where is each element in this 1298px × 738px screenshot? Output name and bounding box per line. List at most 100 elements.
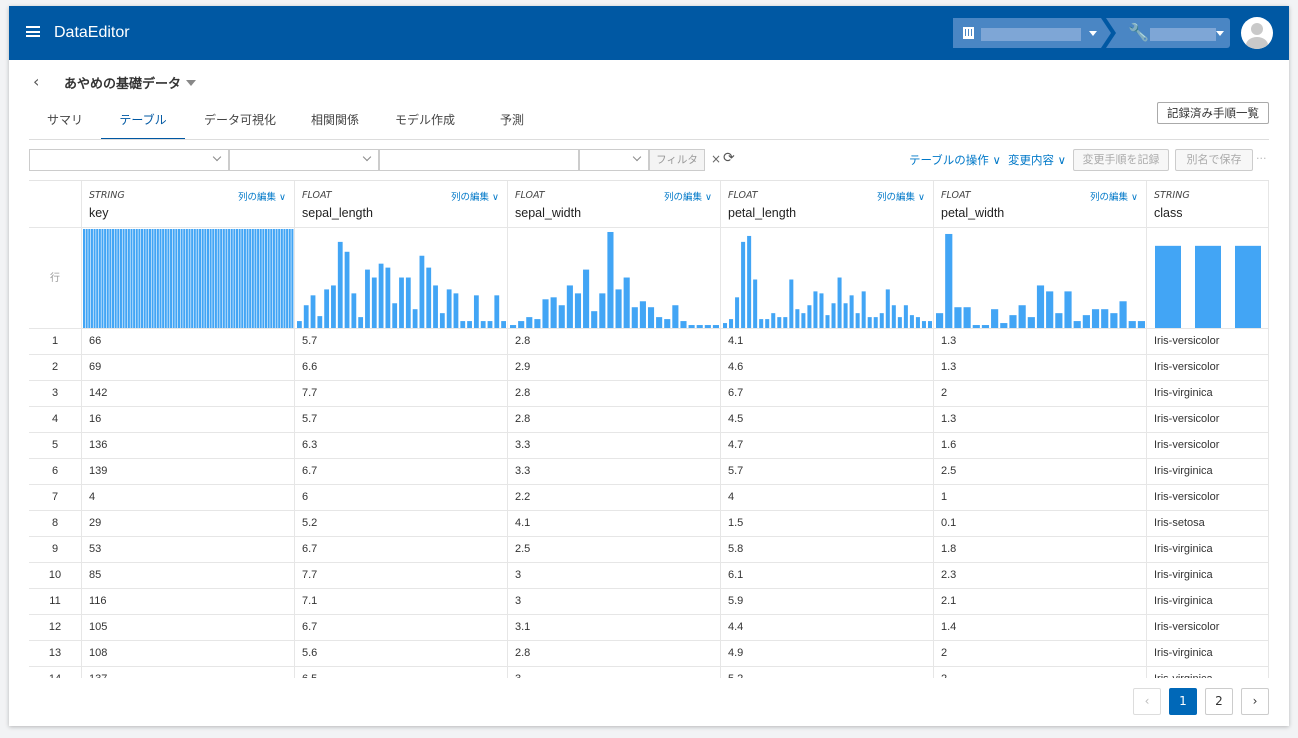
table-cell[interactable]: 2.2 — [508, 485, 721, 511]
table-cell[interactable]: 2 — [934, 667, 1147, 678]
table-cell[interactable]: Iris-setosa — [1147, 511, 1269, 537]
table-cell[interactable]: 3.3 — [508, 459, 721, 485]
chevron-left-icon[interactable]: ‹ — [33, 72, 39, 91]
table-cell[interactable]: 1 — [934, 485, 1147, 511]
table-cell[interactable]: 7.7 — [295, 381, 508, 407]
condition-select[interactable] — [579, 149, 649, 171]
table-cell[interactable]: 3 — [508, 589, 721, 615]
table-row[interactable]: 12 105 6.7 3.1 4.4 1.4 Iris-versicolor — [29, 615, 1269, 641]
table-cell[interactable]: 5.7 — [721, 459, 934, 485]
table-cell[interactable]: Iris-versicolor — [1147, 433, 1269, 459]
table-cell[interactable]: Iris-versicolor — [1147, 615, 1269, 641]
tab-predict[interactable]: 予測 — [479, 106, 545, 140]
table-row[interactable]: 10 85 7.7 3 6.1 2.3 Iris-virginica — [29, 563, 1269, 589]
table-cell[interactable]: Iris-virginica — [1147, 641, 1269, 667]
table-row[interactable]: 2 69 6.6 2.9 4.6 1.3 Iris-versicolor — [29, 355, 1269, 381]
save-as-button[interactable]: 別名で保存 — [1175, 149, 1253, 171]
table-cell[interactable]: 1.4 — [934, 615, 1147, 641]
table-cell[interactable]: 2 — [934, 381, 1147, 407]
table-cell[interactable]: Iris-versicolor — [1147, 485, 1269, 511]
table-cell[interactable]: Iris-virginica — [1147, 563, 1269, 589]
histogram-sepal_width[interactable] — [508, 228, 721, 329]
table-cell[interactable]: 6.7 — [295, 459, 508, 485]
table-cell[interactable]: Iris-virginica — [1147, 537, 1269, 563]
table-cell[interactable]: Iris-virginica — [1147, 667, 1269, 678]
table-cell[interactable]: 2 — [934, 641, 1147, 667]
table-cell[interactable]: 1.8 — [934, 537, 1147, 563]
table-row[interactable]: 11 116 7.1 3 5.9 2.1 Iris-virginica — [29, 589, 1269, 615]
table-cell[interactable]: 2.5 — [934, 459, 1147, 485]
record-steps-button[interactable]: 変更手順を記録 — [1073, 149, 1169, 171]
table-cell[interactable]: 2.5 — [508, 537, 721, 563]
value-input[interactable] — [379, 149, 579, 171]
table-row[interactable]: 13 108 5.6 2.8 4.9 2 Iris-virginica — [29, 641, 1269, 667]
changes-menu[interactable]: 変更内容 ∨ — [1008, 152, 1066, 168]
table-cell[interactable]: 139 — [82, 459, 295, 485]
project-selector[interactable]: 🔧 — [1106, 18, 1230, 48]
operator-select[interactable] — [229, 149, 379, 171]
table-cell[interactable]: 4 — [721, 485, 934, 511]
table-cell[interactable]: 6.3 — [295, 433, 508, 459]
table-cell[interactable]: 16 — [82, 407, 295, 433]
table-cell[interactable]: 1.5 — [721, 511, 934, 537]
table-cell[interactable]: 4.6 — [721, 355, 934, 381]
pagination-prev[interactable]: ‹ — [1133, 688, 1161, 715]
table-cell[interactable]: Iris-versicolor — [1147, 407, 1269, 433]
recorded-steps-button[interactable]: 記録済み手順一覧 — [1157, 102, 1269, 124]
table-cell[interactable]: 142 — [82, 381, 295, 407]
histogram-sepal_length[interactable] — [295, 228, 508, 329]
table-cell[interactable]: 5.2 — [295, 511, 508, 537]
table-cell[interactable]: 3 — [508, 667, 721, 678]
table-cell[interactable]: 66 — [82, 329, 295, 355]
organization-selector[interactable] — [953, 18, 1111, 48]
table-cell[interactable]: 5.7 — [295, 329, 508, 355]
table-cell[interactable]: 85 — [82, 563, 295, 589]
tab-table[interactable]: テーブル — [101, 106, 185, 140]
table-row[interactable]: 8 29 5.2 4.1 1.5 0.1 Iris-setosa — [29, 511, 1269, 537]
pagination-page-1[interactable]: 1 — [1169, 688, 1197, 715]
table-row[interactable]: 5 136 6.3 3.3 4.7 1.6 Iris-versicolor — [29, 433, 1269, 459]
table-cell[interactable]: 2.3 — [934, 563, 1147, 589]
tab-visualization[interactable]: データ可視化 — [189, 106, 291, 140]
table-cell[interactable]: 4.5 — [721, 407, 934, 433]
table-cell[interactable]: 2.8 — [508, 329, 721, 355]
refresh-icon[interactable]: ⟳ — [723, 150, 735, 166]
histogram-petal_width[interactable] — [934, 228, 1147, 329]
menu-icon[interactable] — [26, 26, 40, 37]
table-cell[interactable]: 5.7 — [295, 407, 508, 433]
table-cell[interactable]: 1.3 — [934, 355, 1147, 381]
pagination-next[interactable]: › — [1241, 688, 1269, 715]
clear-icon[interactable]: × — [711, 152, 721, 166]
table-cell[interactable]: 4.4 — [721, 615, 934, 641]
table-cell[interactable]: Iris-virginica — [1147, 459, 1269, 485]
table-cell[interactable]: 6.1 — [721, 563, 934, 589]
tab-correlation[interactable]: 相関関係 — [297, 106, 373, 140]
table-row[interactable]: 4 16 5.7 2.8 4.5 1.3 Iris-versicolor — [29, 407, 1269, 433]
table-cell[interactable]: 136 — [82, 433, 295, 459]
column-edit-menu[interactable]: 列の編集 ∨ — [877, 189, 925, 203]
table-cell[interactable]: 6.7 — [721, 381, 934, 407]
table-cell[interactable]: 3.1 — [508, 615, 721, 641]
table-row[interactable]: 6 139 6.7 3.3 5.7 2.5 Iris-virginica — [29, 459, 1269, 485]
table-cell[interactable]: 6.5 — [295, 667, 508, 678]
table-cell[interactable]: Iris-versicolor — [1147, 329, 1269, 355]
table-cell[interactable]: 4.1 — [721, 329, 934, 355]
more-icon[interactable]: ··· — [1256, 152, 1267, 165]
table-cell[interactable]: 137 — [82, 667, 295, 678]
table-cell[interactable]: 4 — [82, 485, 295, 511]
table-cell[interactable]: 6.7 — [295, 615, 508, 641]
table-cell[interactable]: 4.9 — [721, 641, 934, 667]
tab-summary[interactable]: サマリ — [29, 106, 101, 140]
table-cell[interactable]: 29 — [82, 511, 295, 537]
table-cell[interactable]: 2.8 — [508, 641, 721, 667]
table-cell[interactable]: 5.9 — [721, 589, 934, 615]
table-cell[interactable]: 2.9 — [508, 355, 721, 381]
table-cell[interactable]: 116 — [82, 589, 295, 615]
table-cell[interactable]: 5.8 — [721, 537, 934, 563]
table-cell[interactable]: 1.3 — [934, 407, 1147, 433]
table-operations-menu[interactable]: テーブルの操作 ∨ — [909, 152, 1001, 168]
table-cell[interactable]: Iris-virginica — [1147, 589, 1269, 615]
table-cell[interactable]: 4.7 — [721, 433, 934, 459]
table-cell[interactable]: 5.2 — [721, 667, 934, 678]
table-cell[interactable]: 1.6 — [934, 433, 1147, 459]
